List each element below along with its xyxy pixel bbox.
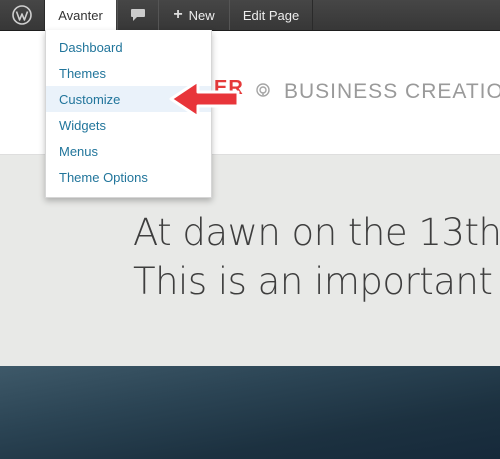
comments-link[interactable] [117,0,159,30]
hero-headline-line-1: At dawn on the 13th [133,211,500,254]
edit-page-label: Edit Page [242,7,300,23]
red-arrow-left-icon [169,79,240,119]
new-label: New [188,7,215,23]
menu-item-theme-options[interactable]: Theme Options [46,164,211,190]
menu-item-menus[interactable]: Menus [46,138,211,164]
hero-headline-line-2: This is an important p [133,260,500,303]
admin-bar: Avanter + New Edit Page [0,0,500,31]
site-name-label: Avanter [58,7,103,23]
plus-icon: + [173,6,183,23]
speech-bubble-icon [131,9,145,21]
hero-image [0,366,500,459]
target-circle-icon [256,83,270,97]
edit-page-link[interactable]: Edit Page [229,0,313,30]
menu-item-dashboard[interactable]: Dashboard [46,34,211,60]
wordpress-menu[interactable] [0,0,45,30]
wordpress-logo-icon [12,5,32,25]
site-name-menu[interactable]: Avanter [45,0,116,30]
site-tagline: BUSINESS CREATION [284,80,500,103]
new-content-menu[interactable]: + New [158,0,230,30]
